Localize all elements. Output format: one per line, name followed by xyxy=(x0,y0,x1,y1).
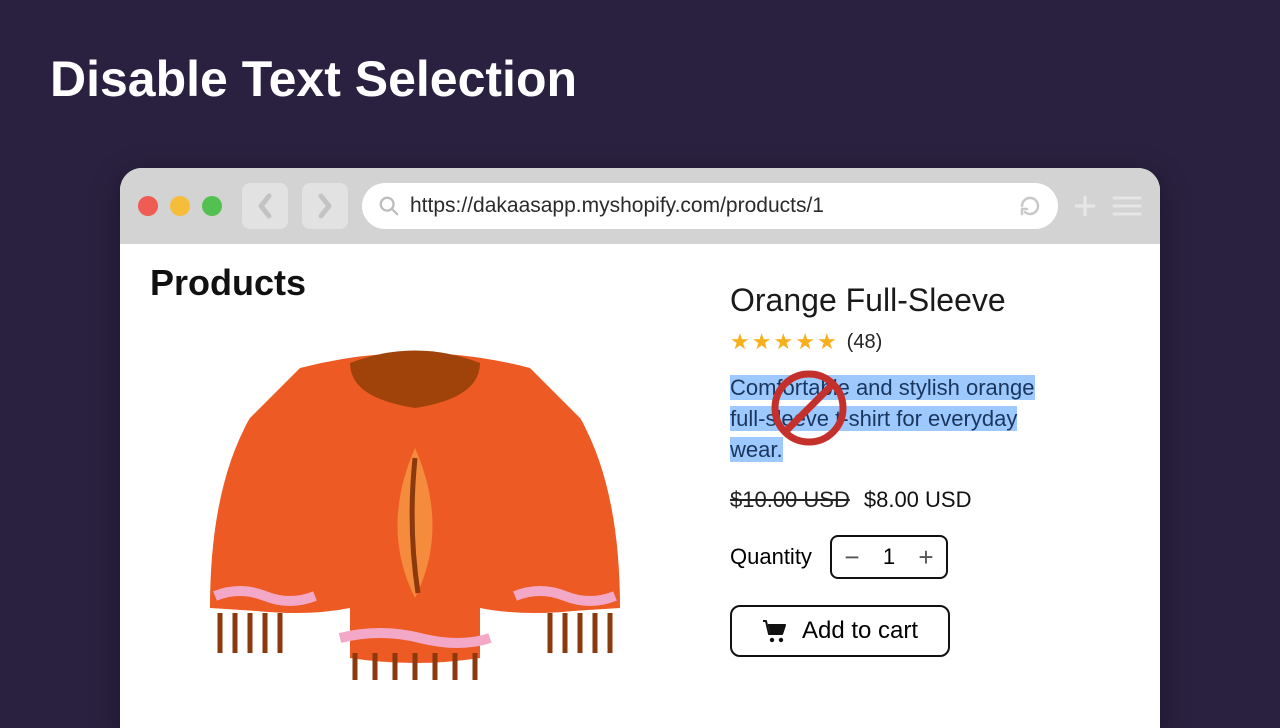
quantity-decrease-button[interactable]: − xyxy=(832,537,872,577)
hamburger-icon xyxy=(1112,194,1142,218)
search-icon xyxy=(378,195,400,217)
product-image xyxy=(180,308,650,688)
chevron-left-icon xyxy=(255,192,275,220)
quantity-label: Quantity xyxy=(730,544,812,570)
plus-icon xyxy=(1072,193,1098,219)
url-text: https://dakaasapp.myshopify.com/products… xyxy=(410,194,1008,218)
window-controls xyxy=(138,196,222,216)
maximize-window-icon[interactable] xyxy=(202,196,222,216)
star-icon: ★ xyxy=(730,329,750,355)
new-tab-button[interactable] xyxy=(1072,193,1098,219)
quantity-value: 1 xyxy=(872,544,906,570)
price-row: $10.00 USD $8.00 USD xyxy=(730,487,1130,513)
quantity-increase-button[interactable]: + xyxy=(906,537,946,577)
product-description: Comfortable and stylish orange full-slee… xyxy=(730,373,1040,465)
page-content: Products xyxy=(120,244,1160,693)
chevron-right-icon xyxy=(315,192,335,220)
product-title: Orange Full-Sleeve xyxy=(730,282,1130,319)
star-icon: ★ xyxy=(795,329,815,355)
star-icon: ★ xyxy=(817,329,837,355)
browser-chrome: https://dakaasapp.myshopify.com/products… xyxy=(120,168,1160,244)
star-icon: ★ xyxy=(773,329,793,355)
minimize-window-icon[interactable] xyxy=(170,196,190,216)
add-to-cart-label: Add to cart xyxy=(802,617,918,645)
page-title: Disable Text Selection xyxy=(0,0,1280,108)
rating: ★ ★ ★ ★ ★ (48) xyxy=(730,329,1130,355)
old-price: $10.00 USD xyxy=(730,487,850,513)
star-icon: ★ xyxy=(752,329,772,355)
quantity-stepper[interactable]: − 1 + xyxy=(830,535,948,579)
close-window-icon[interactable] xyxy=(138,196,158,216)
browser-window: https://dakaasapp.myshopify.com/products… xyxy=(120,168,1160,728)
menu-button[interactable] xyxy=(1112,194,1142,218)
add-to-cart-button[interactable]: Add to cart xyxy=(730,605,950,657)
forward-button[interactable] xyxy=(302,183,348,229)
stars: ★ ★ ★ ★ ★ xyxy=(730,329,837,355)
reload-icon[interactable] xyxy=(1018,194,1042,218)
section-heading: Products xyxy=(150,262,690,304)
cart-icon xyxy=(762,619,788,643)
rating-count: (48) xyxy=(847,331,883,354)
url-bar[interactable]: https://dakaasapp.myshopify.com/products… xyxy=(362,183,1058,229)
price: $8.00 USD xyxy=(864,487,972,513)
back-button[interactable] xyxy=(242,183,288,229)
